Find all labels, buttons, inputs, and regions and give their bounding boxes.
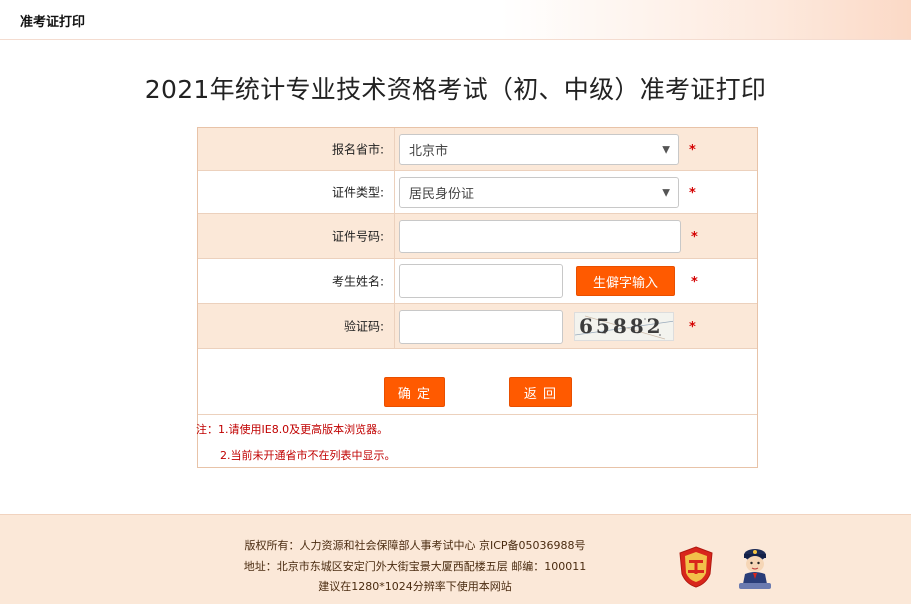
required-mark: * [691,275,698,290]
top-bar: 准考证打印 [0,0,911,40]
province-label: 报名省市: [331,142,384,157]
back-button[interactable]: 返 回 [509,377,572,407]
required-mark: * [691,230,698,245]
chevron-down-icon: ▼ [662,144,670,155]
chevron-down-icon: ▼ [662,187,670,198]
page-title: 2021年统计专业技术资格考试（初、中级）准考证打印 [144,75,767,104]
id-type-value: 居民身份证 [409,187,475,202]
province-value: 北京市 [409,144,449,159]
captcha-text: 65882 [579,314,664,338]
row-id-type: 证件类型: 居民身份证 ▼ * [198,171,757,214]
required-mark: * [689,143,696,158]
confirm-button[interactable]: 确 定 [384,377,445,407]
required-mark: * [689,320,696,335]
note-line-2: 2.当前未开通省市不在列表中显示。 [220,449,396,462]
id-type-label: 证件类型: [331,185,384,200]
id-type-select[interactable]: 居民身份证 ▼ [399,177,679,208]
row-actions: 确 定 返 回 [198,349,757,415]
required-mark: * [689,186,696,201]
police-emblem-icon[interactable] [678,546,714,588]
row-captcha: 验证码: 65882 * [198,304,757,349]
admission-form: 报名省市: 北京市 ▼ * 证件类型: 居民身份证 ▼ * 证件号码: * 考生… [196,127,758,468]
name-label: 考生姓名: [331,274,384,289]
footer: 版权所有：人力资源和社会保障部人事考试中心 京ICP备05036988号 地址：… [0,514,911,604]
captcha-label: 验证码: [343,319,384,334]
row-id-number: 证件号码: * [198,214,757,259]
row-province: 报名省市: 北京市 ▼ * [198,128,757,171]
captcha-input[interactable] [399,310,563,344]
id-number-label: 证件号码: [331,229,384,244]
captcha-image[interactable]: 65882 [574,312,674,341]
note-line-1: 注：1.请使用IE8.0及更高版本浏览器。 [196,423,389,436]
row-name: 考生姓名: 生僻字输入 * [198,259,757,304]
name-input[interactable] [399,264,563,298]
province-select[interactable]: 北京市 ▼ [399,134,679,165]
rare-char-button[interactable]: 生僻字输入 [576,266,675,296]
header-title: 准考证打印 [20,15,86,30]
id-number-input[interactable] [399,220,681,253]
cyber-police-icon[interactable] [734,543,776,591]
